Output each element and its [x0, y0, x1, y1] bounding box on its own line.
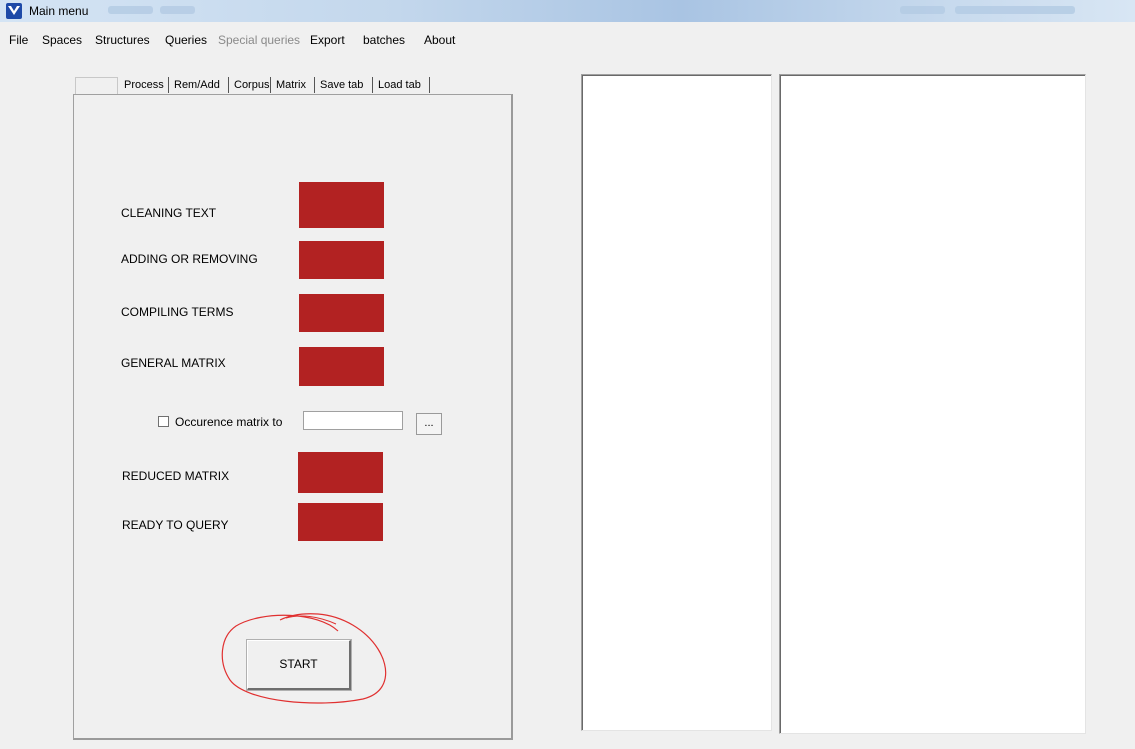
tab-process[interactable]: Process	[124, 76, 164, 94]
status-indicator-general-matrix	[299, 347, 384, 386]
occurrence-path-input[interactable]	[303, 411, 403, 430]
tab-separator	[372, 77, 373, 93]
status-indicator-reduced-matrix	[298, 452, 383, 493]
title-bar: Main menu	[0, 0, 1135, 22]
menu-file[interactable]: File	[9, 33, 28, 47]
occurrence-matrix-checkbox[interactable]	[158, 416, 169, 427]
step-label-ready-to-query: READY TO QUERY	[122, 518, 229, 532]
status-indicator-ready-to-query	[298, 503, 383, 541]
start-button[interactable]: START	[246, 639, 352, 691]
menu-about[interactable]: About	[424, 33, 455, 47]
tab-matrix[interactable]: Matrix	[276, 76, 306, 94]
step-label-compiling-terms: COMPILING TERMS	[121, 305, 234, 319]
step-label-adding-or-removing: ADDING OR REMOVING	[121, 252, 258, 266]
step-label-general-matrix: GENERAL MATRIX	[121, 356, 226, 370]
menu-export[interactable]: Export	[310, 33, 345, 47]
menu-batches[interactable]: batches	[363, 33, 405, 47]
tab-separator	[168, 77, 169, 93]
tab-load[interactable]: Load tab	[378, 76, 421, 94]
status-indicator-compiling-terms	[299, 294, 384, 332]
tab-save[interactable]: Save tab	[320, 76, 363, 94]
menu-bar: File Spaces Structures Queries Special q…	[0, 22, 1135, 50]
app-icon	[6, 3, 22, 19]
step-label-reduced-matrix: REDUCED MATRIX	[122, 469, 230, 483]
title-blur	[900, 6, 945, 14]
step-label-cleaning-text: CLEANING TEXT	[121, 206, 217, 220]
title-blur	[160, 6, 195, 14]
browse-button[interactable]: ...	[416, 413, 442, 435]
menu-structures[interactable]: Structures	[95, 33, 150, 47]
tab-separator	[429, 77, 430, 93]
title-blur	[108, 6, 153, 14]
menu-spaces[interactable]: Spaces	[42, 33, 82, 47]
left-list-box[interactable]	[581, 74, 772, 731]
menu-special-queries: Special queries	[218, 33, 301, 47]
menu-queries[interactable]: Queries	[165, 33, 207, 47]
occurrence-matrix-label: Occurence matrix to	[175, 415, 283, 429]
status-indicator-cleaning-text	[299, 182, 384, 228]
right-list-box[interactable]	[779, 74, 1086, 734]
window-title: Main menu	[29, 4, 89, 18]
tab-separator	[314, 77, 315, 93]
tab-blank	[75, 77, 118, 94]
tab-separator	[228, 77, 229, 93]
status-indicator-adding-or-removing	[299, 241, 384, 279]
tab-separator	[270, 77, 271, 93]
title-blur	[955, 6, 1075, 14]
tab-corpus[interactable]: Corpus	[234, 76, 269, 94]
tab-rem-add[interactable]: Rem/Add	[174, 76, 220, 94]
